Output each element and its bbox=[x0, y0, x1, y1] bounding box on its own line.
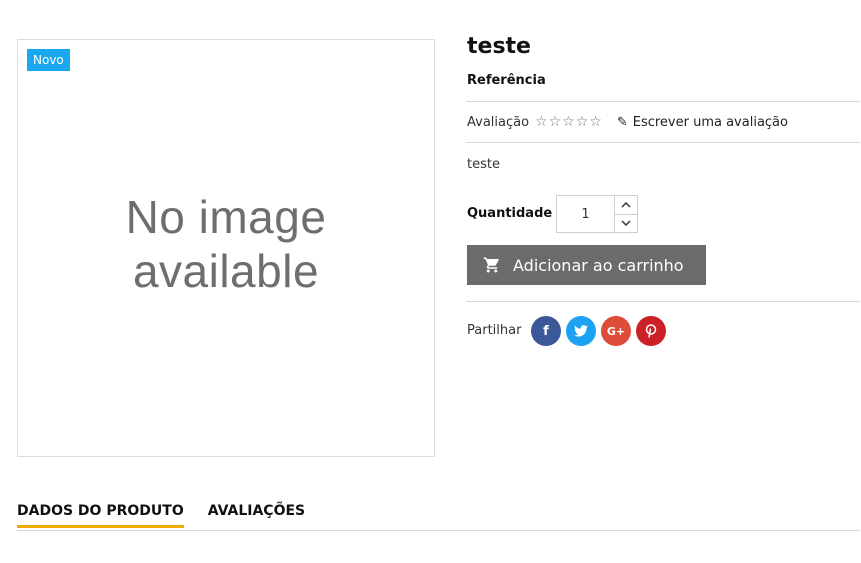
quantity-stepper bbox=[556, 195, 638, 233]
pinterest-share-button[interactable] bbox=[636, 316, 666, 346]
write-review-label: Escrever uma avaliação bbox=[632, 114, 788, 130]
reference-label: Referência bbox=[467, 73, 546, 88]
tab-reviews[interactable]: AVALIAÇÕES bbox=[208, 503, 305, 528]
product-tabs: DADOS DO PRODUTO AVALIAÇÕES bbox=[17, 503, 329, 528]
product-title: teste bbox=[467, 34, 531, 59]
divider bbox=[466, 301, 860, 302]
write-review-link[interactable]: ✎ Escrever uma avaliação bbox=[617, 115, 788, 130]
new-badge: Novo bbox=[27, 49, 70, 71]
no-image-line-1: No image bbox=[125, 191, 327, 243]
facebook-icon: f bbox=[543, 323, 549, 339]
quantity-buttons bbox=[615, 196, 637, 232]
twitter-icon bbox=[574, 325, 588, 337]
add-to-cart-label: Adicionar ao carrinho bbox=[513, 255, 684, 275]
tabs-divider bbox=[17, 530, 860, 531]
google-plus-icon: G+ bbox=[606, 324, 626, 338]
no-image-placeholder: No image available bbox=[17, 190, 435, 298]
twitter-share-button[interactable] bbox=[566, 316, 596, 346]
chevron-up-icon bbox=[621, 201, 631, 208]
rating-stars: ☆☆☆☆☆ bbox=[535, 114, 603, 130]
no-image-line-2: available bbox=[132, 245, 320, 297]
pencil-icon: ✎ bbox=[616, 114, 628, 130]
share-label: Partilhar bbox=[467, 323, 522, 338]
chevron-down-icon bbox=[621, 220, 631, 227]
product-description: teste bbox=[467, 157, 500, 172]
quantity-decrease-button[interactable] bbox=[615, 213, 637, 233]
add-to-cart-button[interactable]: Adicionar ao carrinho bbox=[467, 245, 706, 285]
quantity-input[interactable] bbox=[557, 196, 615, 232]
divider bbox=[466, 101, 860, 102]
pinterest-icon bbox=[645, 324, 657, 338]
tab-product-details[interactable]: DADOS DO PRODUTO bbox=[17, 503, 184, 528]
divider bbox=[466, 142, 860, 143]
quantity-increase-button[interactable] bbox=[615, 196, 637, 214]
quantity-label: Quantidade bbox=[467, 206, 553, 221]
rating-label: Avaliação bbox=[467, 114, 530, 130]
facebook-share-button[interactable]: f bbox=[531, 316, 561, 346]
google-plus-share-button[interactable]: G+ bbox=[601, 316, 631, 346]
rating-row: Avaliação ☆☆☆☆☆ ✎ Escrever uma avaliação bbox=[467, 114, 788, 130]
cart-icon bbox=[483, 257, 499, 273]
